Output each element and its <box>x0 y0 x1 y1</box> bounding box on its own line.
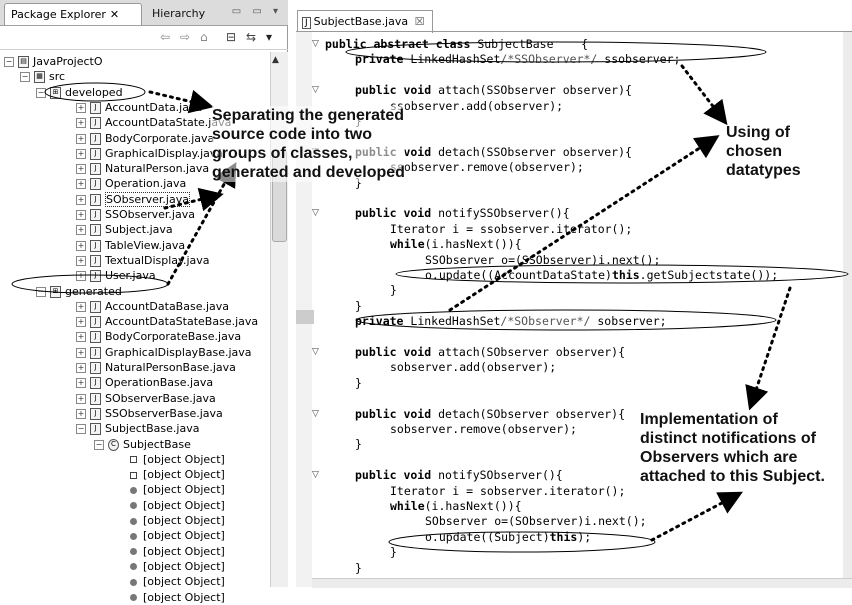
ellipse-update-ss <box>395 264 849 284</box>
arrow-sobserver <box>163 187 224 212</box>
ellipse-sobserver-field <box>355 309 777 331</box>
ellipse-developed <box>44 82 146 102</box>
ellipse-generated <box>11 274 169 294</box>
tree-item-member[interactable]: [object Object] <box>130 590 225 605</box>
ellipse-ssobserver-field <box>345 41 767 63</box>
arrow-impl-bottom <box>650 491 743 542</box>
method-icon <box>130 594 137 601</box>
arrow-developed <box>148 89 214 114</box>
annotation-implementation: Implementation of distinct notifications… <box>640 410 825 486</box>
ellipse-update-s <box>388 531 656 553</box>
arrow-datatype-bottom <box>448 135 720 312</box>
arrow-datatype-top <box>680 64 728 126</box>
annotation-separating: Separating the generated source code int… <box>212 106 405 182</box>
arrow-impl-top <box>745 286 792 411</box>
annotation-overlay <box>11 41 849 553</box>
annotation-datatypes: Using of chosen datatypes <box>726 124 801 179</box>
tree-label: [object Object] <box>143 590 225 604</box>
arrow-generated <box>166 162 237 286</box>
